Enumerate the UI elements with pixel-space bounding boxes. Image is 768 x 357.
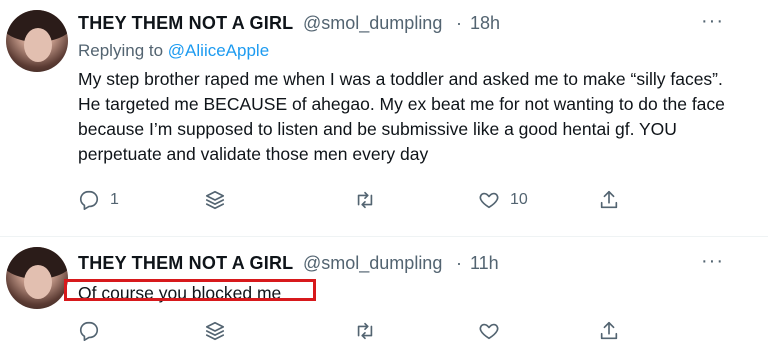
share-icon bbox=[600, 190, 618, 209]
share-icon bbox=[600, 321, 618, 340]
highlight-annotation-box bbox=[64, 279, 316, 301]
handle[interactable]: @smol_dumpling bbox=[303, 13, 442, 34]
like-icon bbox=[479, 323, 499, 340]
tweet-actions bbox=[78, 320, 638, 346]
like-icon bbox=[479, 192, 499, 209]
tweet-actions: 1 10 bbox=[78, 189, 638, 215]
avatar-face bbox=[24, 28, 52, 62]
like-button[interactable] bbox=[478, 320, 510, 342]
retweet-icon bbox=[357, 322, 373, 340]
reply-icon bbox=[79, 190, 99, 210]
retweet-button[interactable] bbox=[354, 320, 376, 342]
more-icon[interactable]: ··· bbox=[701, 10, 724, 33]
tweet[interactable]: THEY THEM NOT A GIRL @smol_dumpling · 18… bbox=[0, 0, 768, 237]
handle[interactable]: @smol_dumpling bbox=[303, 253, 442, 274]
reply-count: 1 bbox=[110, 191, 119, 208]
display-name[interactable]: THEY THEM NOT A GIRL bbox=[78, 253, 293, 274]
reply-button[interactable]: 1 bbox=[78, 189, 119, 211]
replying-to-link[interactable]: @AliiceApple bbox=[168, 41, 269, 60]
timestamp[interactable]: 11h bbox=[470, 253, 499, 274]
stack-button[interactable] bbox=[204, 320, 226, 342]
retweet-button[interactable] bbox=[354, 189, 376, 211]
share-button[interactable] bbox=[598, 189, 620, 211]
reply-button[interactable] bbox=[78, 320, 110, 342]
replying-to: Replying to @AliiceApple bbox=[78, 41, 269, 61]
share-button[interactable] bbox=[598, 320, 620, 342]
more-icon[interactable]: ··· bbox=[701, 250, 724, 273]
dot-separator: · bbox=[456, 253, 462, 273]
avatar[interactable] bbox=[6, 10, 68, 72]
like-count: 10 bbox=[510, 191, 528, 208]
tweet-text: My step brother raped me when I was a to… bbox=[78, 69, 725, 164]
retweet-icon bbox=[357, 191, 373, 209]
avatar-face bbox=[24, 265, 52, 299]
display-name[interactable]: THEY THEM NOT A GIRL bbox=[78, 13, 293, 34]
stack-icon bbox=[205, 321, 225, 341]
dot-separator: · bbox=[456, 13, 462, 33]
stack-button[interactable] bbox=[204, 189, 226, 211]
like-button[interactable]: 10 bbox=[478, 189, 528, 211]
reply-icon bbox=[79, 321, 99, 341]
timestamp[interactable]: 18h bbox=[470, 13, 500, 34]
stack-icon bbox=[205, 190, 225, 210]
avatar[interactable] bbox=[6, 247, 68, 309]
replying-to-prefix: Replying to bbox=[78, 41, 164, 60]
